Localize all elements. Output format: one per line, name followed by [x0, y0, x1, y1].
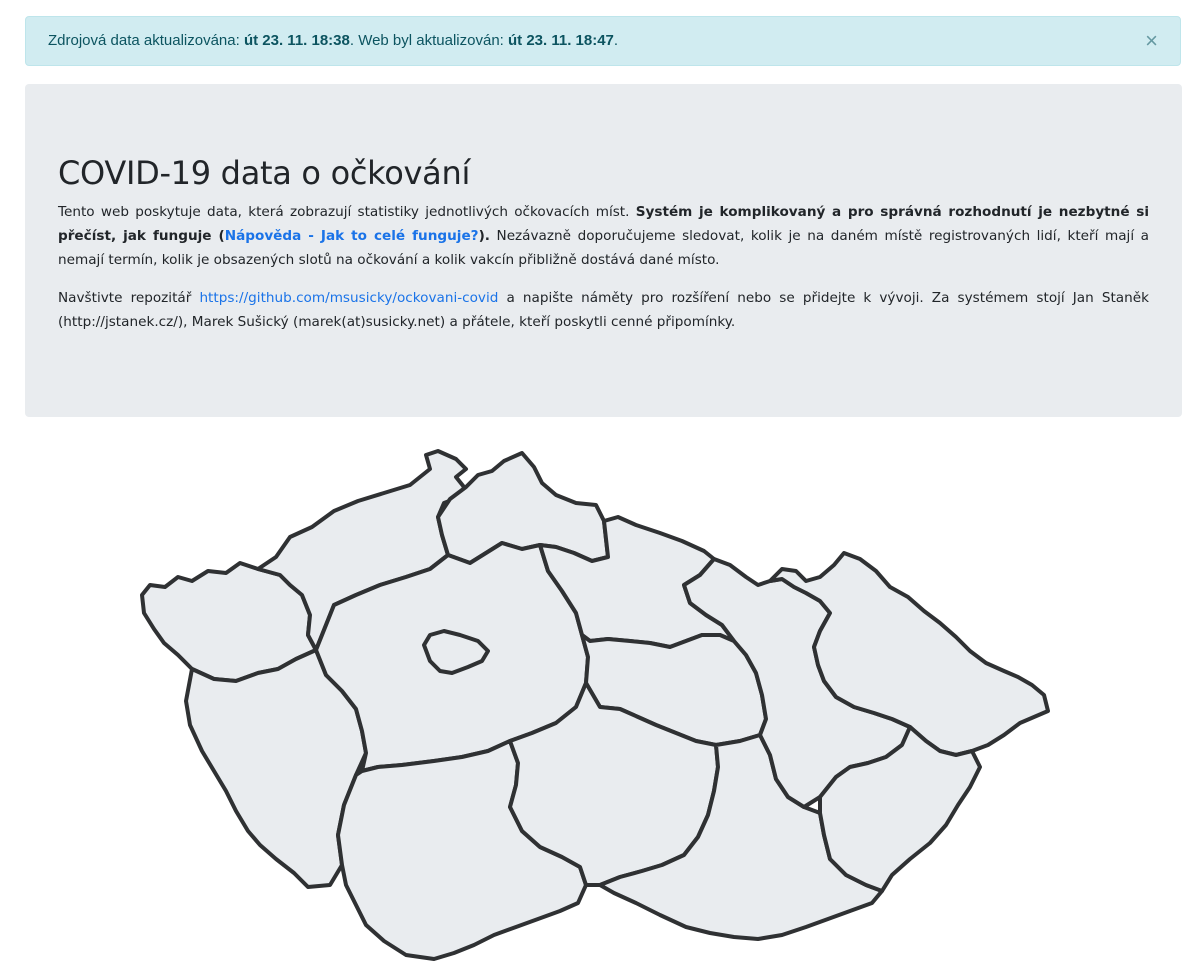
web-update-time: út 23. 11. 18:47: [508, 32, 614, 49]
intro-jumbotron: COVID-19 data o očkování Tento web posky…: [25, 84, 1182, 417]
help-link[interactable]: Nápověda - Jak to celé funguje?: [225, 228, 479, 244]
czech-regions-map: [140, 449, 1050, 961]
intro-text: Tento web poskytuje data, která zobrazuj…: [58, 204, 636, 220]
alert-mid: . Web byl aktualizován:: [349, 32, 508, 49]
update-alert: Zdrojová data aktualizována: út 23. 11. …: [25, 16, 1181, 66]
github-repo-link[interactable]: https://github.com/msusicky/ockovani-cov…: [199, 290, 498, 306]
close-icon[interactable]: ×: [1145, 17, 1158, 65]
intro-warning-end: ).: [478, 228, 490, 244]
alert-prefix: Zdrojová data aktualizována:: [48, 32, 244, 49]
source-update-time: út 23. 11. 18:38: [243, 32, 350, 49]
page-title: COVID-19 data o očkování: [58, 154, 471, 192]
repo-text: Navštivte repozitář: [58, 290, 200, 306]
repo-paragraph: Navštivte repozitář https://github.com/m…: [58, 286, 1149, 334]
intro-paragraph: Tento web poskytuje data, která zobrazuj…: [58, 200, 1149, 272]
alert-suffix: .: [613, 32, 619, 49]
